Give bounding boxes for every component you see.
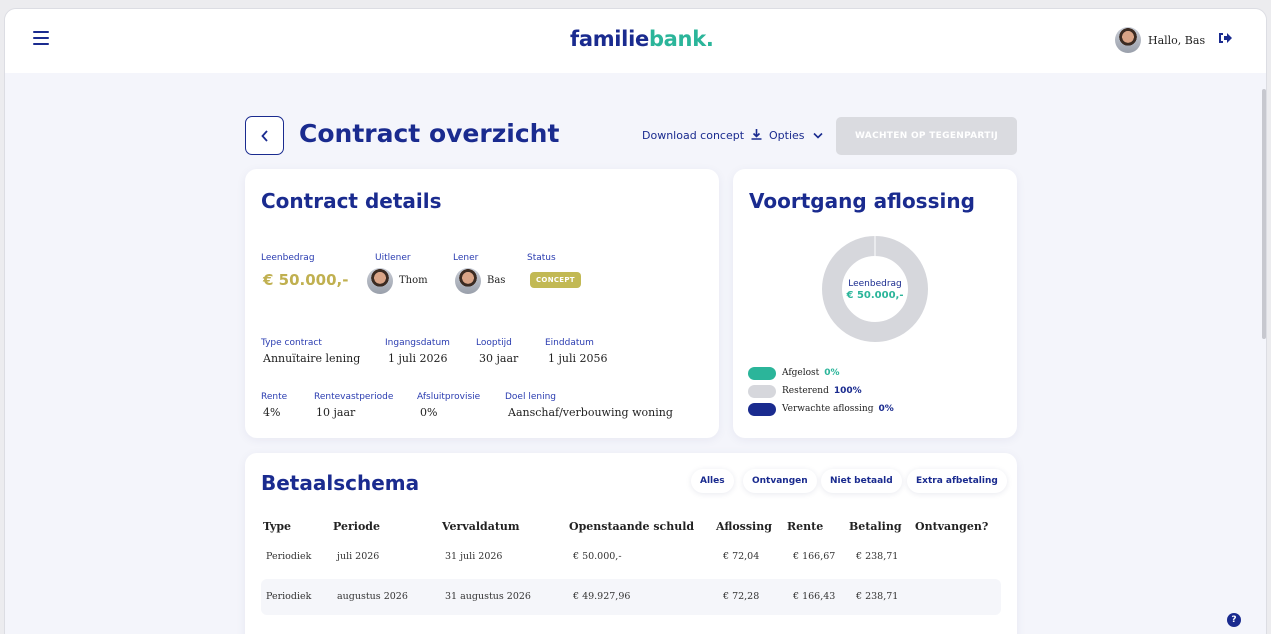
top-bar: familiebank. Hallo, Bas — [5, 9, 1266, 73]
doel-value: Aanschaf/verbouwing woning — [508, 406, 673, 419]
column-header: Rente — [787, 520, 824, 533]
donut-chart — [822, 236, 928, 342]
donut-amount: € 50.000,- — [846, 290, 904, 301]
avatar — [367, 268, 393, 294]
card-title: Contract details — [261, 189, 442, 213]
column-header: Aflossing — [716, 520, 772, 533]
cell-openstaand: € 50.000,- — [573, 551, 622, 562]
legend-label: Afgelost — [782, 368, 820, 378]
leenbedrag-value: € 50.000,- — [263, 271, 349, 289]
user-avatar[interactable] — [1115, 27, 1141, 53]
download-icon — [751, 129, 762, 140]
filter-alles[interactable]: Alles — [691, 469, 734, 493]
lener-name: Bas — [487, 275, 506, 286]
type-label: Type contract — [261, 338, 322, 348]
scrollbar-thumb[interactable] — [1262, 89, 1266, 339]
eind-value: 1 juli 2056 — [548, 352, 608, 365]
legend-pct: 0% — [878, 404, 894, 414]
cell-betaling: € 238,71 — [856, 591, 899, 602]
legend-swatch — [748, 384, 776, 398]
cell-type: Periodiek — [266, 591, 312, 602]
ingang-value: 1 juli 2026 — [388, 352, 448, 365]
cell-vervaldatum: 31 juli 2026 — [445, 551, 503, 562]
rentevast-label: Rentevastperiode — [314, 392, 394, 402]
legend-label: Resterend — [782, 386, 829, 396]
betaalschema-card: Betaalschema Alles Ontvangen Niet betaal… — [245, 453, 1017, 634]
uitlener-label: Uitlener — [375, 253, 411, 263]
legend-swatch — [748, 366, 776, 380]
cell-rente: € 166,67 — [793, 551, 836, 562]
legend-item: Verwachte aflossing 0% — [748, 402, 894, 416]
type-value: Annuïtaire lening — [263, 352, 361, 365]
voortgang-card: Voortgang aflossing Leenbedrag € 50.000,… — [733, 169, 1017, 438]
cell-periode: augustus 2026 — [337, 591, 408, 602]
avatar — [455, 268, 481, 294]
rente-value: 4% — [263, 406, 281, 419]
donut-ring-remaining — [822, 236, 928, 342]
cell-vervaldatum: 31 augustus 2026 — [445, 591, 531, 602]
looptijd-label: Looptijd — [476, 338, 512, 348]
afsluit-label: Afsluitprovisie — [417, 392, 481, 402]
column-header: Ontvangen? — [915, 520, 989, 533]
waiting-counterparty-button[interactable]: WACHTEN OP TEGENPARTIJ — [836, 117, 1017, 155]
column-header: Openstaande schuld — [569, 520, 695, 533]
menu-icon[interactable] — [33, 31, 49, 45]
chevron-down-icon — [813, 132, 823, 139]
card-title: Betaalschema — [261, 471, 420, 495]
user-greeting: Hallo, Bas — [1148, 34, 1206, 47]
download-concept-link[interactable]: Download concept — [642, 129, 762, 142]
rente-label: Rente — [261, 392, 288, 402]
column-header: Vervaldatum — [442, 520, 520, 533]
cell-type: Periodiek — [266, 551, 312, 562]
cell-betaling: € 238,71 — [856, 551, 899, 562]
legend-item: Resterend 100% — [748, 384, 862, 398]
page-title: Contract overzicht — [299, 119, 560, 148]
cell-aflossing: € 72,28 — [723, 591, 760, 602]
options-dropdown[interactable]: Opties — [769, 129, 823, 142]
filter-extra-afbetaling[interactable]: Extra afbetaling — [907, 469, 1007, 493]
filter-ontvangen[interactable]: Ontvangen — [743, 469, 817, 493]
cell-openstaand: € 49.927,96 — [573, 591, 631, 602]
rentevast-value: 10 jaar — [316, 406, 356, 419]
chevron-left-icon — [260, 129, 268, 142]
eind-label: Einddatum — [545, 338, 594, 348]
contract-details-card: Contract details Leenbedrag € 50.000,- U… — [245, 169, 719, 438]
cell-aflossing: € 72,04 — [723, 551, 760, 562]
leenbedrag-label: Leenbedrag — [261, 253, 315, 263]
back-button[interactable] — [245, 116, 284, 155]
logo[interactable]: familiebank. — [570, 27, 714, 51]
doel-label: Doel lening — [505, 392, 556, 402]
table-row: Periodiek juli 2026 31 juli 2026 € 50.00… — [261, 539, 1001, 575]
uitlener-name: Thom — [399, 275, 428, 286]
legend-item: Afgelost 0% — [748, 366, 840, 380]
app-window: familiebank. Hallo, Bas Contract overzic… — [4, 8, 1267, 634]
afsluit-value: 0% — [420, 406, 438, 419]
filter-niet-betaald[interactable]: Niet betaald — [821, 469, 902, 493]
cell-rente: € 166,43 — [793, 591, 836, 602]
legend-pct: 0% — [824, 368, 840, 378]
legend-pct: 100% — [833, 386, 862, 396]
legend-swatch — [748, 402, 776, 416]
lener-label: Lener — [453, 253, 479, 263]
logout-icon[interactable] — [1218, 32, 1232, 48]
help-icon[interactable]: ? — [1227, 613, 1241, 627]
status-badge: CONCEPT — [530, 272, 581, 288]
cell-periode: juli 2026 — [337, 551, 380, 562]
status-label: Status — [527, 253, 556, 263]
donut-label: Leenbedrag — [848, 279, 902, 289]
legend-label: Verwachte aflossing — [782, 404, 874, 414]
ingang-label: Ingangsdatum — [385, 338, 450, 348]
column-header: Type — [263, 520, 292, 533]
looptijd-value: 30 jaar — [479, 352, 519, 365]
column-header: Betaling — [849, 520, 902, 533]
card-title: Voortgang aflossing — [749, 189, 975, 213]
column-header: Periode — [333, 520, 380, 533]
table-row: Periodiek augustus 2026 31 augustus 2026… — [261, 579, 1001, 615]
